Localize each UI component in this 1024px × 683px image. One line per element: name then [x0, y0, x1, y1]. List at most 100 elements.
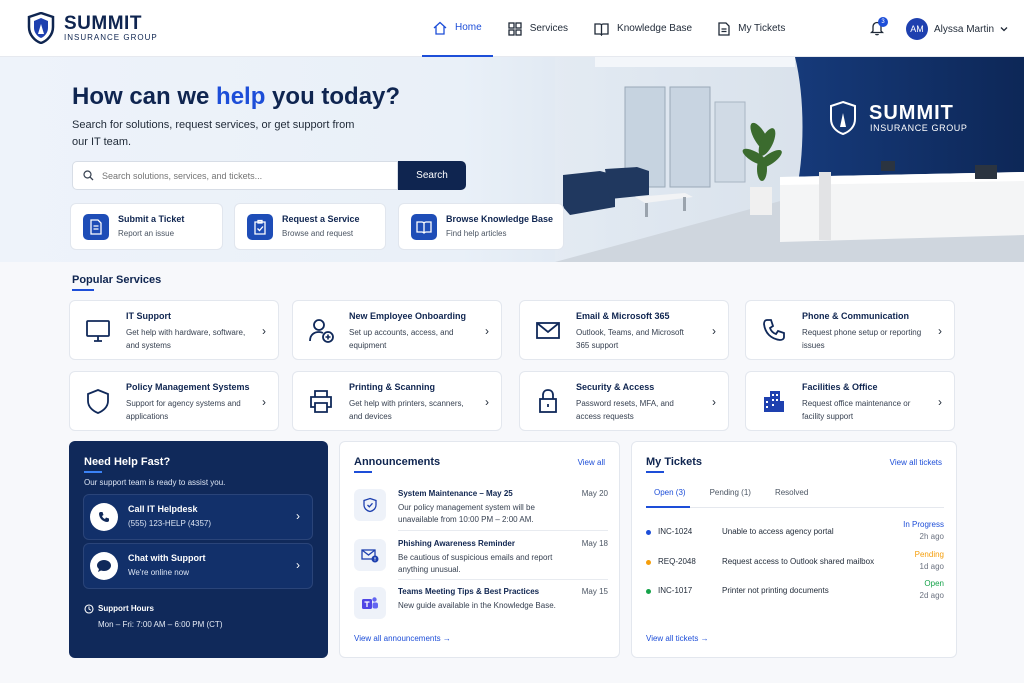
service-description: Set up accounts, access, and equipment	[349, 328, 454, 350]
status-dot	[646, 530, 651, 535]
shield-logo-icon	[27, 12, 55, 44]
section-underline	[84, 471, 102, 473]
announcements-panel: Announcements View all System Maintenanc…	[339, 441, 620, 658]
announcement-title: Teams Meeting Tips & Best Practices	[398, 587, 540, 596]
hero-title-highlight: help	[216, 83, 266, 110]
mail-alert-icon	[354, 539, 386, 571]
chevron-right-icon: ›	[485, 395, 489, 409]
quick-action-title: Browse Knowledge Base	[446, 214, 554, 224]
service-card-phone[interactable]: Phone & Communication Request phone setu…	[745, 300, 955, 360]
ticket-row[interactable]: REQ-2048 Request access to Outlook share…	[646, 550, 944, 578]
announcement-item[interactable]: System Maintenance – May 25 Our policy m…	[354, 487, 608, 533]
view-all-announcements-link[interactable]: View all announcements →	[354, 634, 451, 643]
service-card-security[interactable]: Security & Access Password resets, MFA, …	[519, 371, 729, 431]
quick-action-subtitle: Find help articles	[446, 229, 507, 238]
avatar: AM	[906, 18, 928, 40]
quick-action-request-service[interactable]: Request a Service Browse and request	[234, 203, 386, 250]
grid-icon	[508, 21, 522, 36]
ticket-icon	[718, 21, 730, 36]
arrow-right-icon: →	[442, 634, 451, 643]
teams-icon	[354, 587, 386, 619]
announcement-item[interactable]: Phishing Awareness Reminder Be cautious …	[354, 537, 608, 583]
brand-logo[interactable]: SUMMIT INSURANCE GROUP	[27, 12, 158, 44]
help-subtitle: Our support team is ready to assist you.	[84, 478, 226, 487]
status-dot	[646, 589, 651, 594]
ticket-tabs: Open (3) Pending (1) Resolved	[646, 488, 808, 497]
announcement-date: May 15	[581, 587, 608, 596]
announcements-view-all-link[interactable]: View all	[578, 458, 605, 467]
quick-action-submit-ticket[interactable]: Submit a Ticket Report an issue	[70, 203, 223, 250]
section-underline	[646, 471, 664, 473]
chevron-right-icon: ›	[938, 324, 942, 338]
lock-icon	[539, 389, 557, 413]
tab-resolved[interactable]: Resolved	[775, 488, 808, 497]
service-title: Security & Access	[576, 382, 655, 392]
tab-open[interactable]: Open (3)	[654, 488, 686, 497]
hero-title: How can we help you today?	[72, 83, 400, 111]
chevron-right-icon: ›	[296, 509, 300, 523]
chat-support-card[interactable]: Chat with Support We're online now ›	[83, 543, 313, 589]
book-icon	[594, 22, 609, 36]
chevron-right-icon: ›	[262, 395, 266, 409]
search-input[interactable]	[102, 170, 372, 181]
home-icon	[433, 21, 447, 35]
ticket-age: 1d ago	[919, 562, 944, 571]
ticket-row[interactable]: INC-1024 Unable to access agency portal …	[646, 520, 944, 548]
ticket-row[interactable]: INC-1017 Printer not printing documents …	[646, 579, 944, 607]
brand-name: SUMMIT	[64, 12, 142, 34]
hero-title-part: you today?	[265, 83, 401, 110]
my-tickets-panel: My Tickets View all tickets Open (3) Pen…	[631, 441, 957, 658]
service-description: Request phone setup or reporting issues	[802, 328, 922, 350]
search-button[interactable]: Search	[398, 161, 466, 190]
view-all-tickets-footer-link[interactable]: View all tickets →	[646, 634, 709, 643]
ticket-icon	[83, 213, 109, 240]
announcement-title: System Maintenance – May 25	[398, 489, 513, 498]
nav-services[interactable]: Services	[497, 0, 579, 57]
mail-icon	[536, 322, 560, 339]
view-all-tickets-link[interactable]: View all tickets	[890, 458, 942, 467]
search-box	[72, 161, 398, 190]
service-card-email-m365[interactable]: Email & Microsoft 365 Outlook, Teams, an…	[519, 300, 729, 360]
service-card-facilities[interactable]: Facilities & Office Request office maint…	[745, 371, 955, 431]
support-hours-value: Mon – Fri: 7:00 AM – 6:00 PM (CT)	[98, 620, 223, 629]
service-title: Email & Microsoft 365	[576, 311, 670, 321]
service-title: New Employee Onboarding	[349, 311, 467, 321]
ticket-id: INC-1024	[658, 527, 693, 536]
nav-home[interactable]: Home	[422, 0, 493, 57]
chevron-right-icon: ›	[712, 395, 716, 409]
quick-action-browse-kb[interactable]: Browse Knowledge Base Find help articles	[398, 203, 564, 250]
call-helpdesk-card[interactable]: Call IT Helpdesk (555) 123-HELP (4357) ›	[83, 494, 313, 540]
announcement-item[interactable]: Teams Meeting Tips & Best Practices New …	[354, 585, 608, 631]
tabs-divider	[646, 507, 944, 508]
link-label: View all announcements	[354, 634, 441, 643]
section-underline	[72, 289, 94, 291]
call-title: Call IT Helpdesk	[128, 504, 198, 514]
nav-knowledge-base[interactable]: Knowledge Base	[583, 0, 703, 57]
announcement-description: Our policy management system will be una…	[398, 503, 535, 524]
announcement-description: Be cautious of suspicious emails and rep…	[398, 553, 553, 574]
service-card-onboarding[interactable]: New Employee Onboarding Set up accounts,…	[292, 300, 502, 360]
help-panel: Need Help Fast? Our support team is read…	[69, 441, 328, 658]
tab-pending[interactable]: Pending (1)	[710, 488, 751, 497]
shield-check-icon	[354, 489, 386, 521]
brand-subtitle: INSURANCE GROUP	[64, 32, 158, 42]
service-title: IT Support	[126, 311, 171, 321]
clock-icon	[84, 604, 94, 614]
popular-services-title: Popular Services	[72, 274, 162, 286]
ticket-age: 2d ago	[919, 591, 944, 600]
chevron-right-icon: ›	[712, 324, 716, 338]
nav-my-tickets[interactable]: My Tickets	[707, 0, 796, 57]
service-description: Support for agency systems and applicati…	[126, 399, 241, 421]
nav-services-label: Services	[529, 23, 569, 34]
announcement-date: May 18	[581, 539, 608, 548]
arrow-right-icon: →	[700, 634, 709, 643]
user-menu[interactable]: AM Alyssa Martin	[906, 18, 1008, 40]
service-card-printing[interactable]: Printing & Scanning Get help with printe…	[292, 371, 502, 431]
search-icon	[83, 170, 94, 181]
service-card-policy-management[interactable]: Policy Management Systems Support for ag…	[69, 371, 279, 431]
service-card-it-support[interactable]: IT Support Get help with hardware, softw…	[69, 300, 279, 360]
clipboard-check-icon	[247, 213, 273, 240]
announcements-title: Announcements	[354, 456, 441, 468]
top-navigation-bar: SUMMIT INSURANCE GROUP Home Services Kno…	[0, 0, 1024, 57]
phone-icon	[90, 503, 118, 531]
